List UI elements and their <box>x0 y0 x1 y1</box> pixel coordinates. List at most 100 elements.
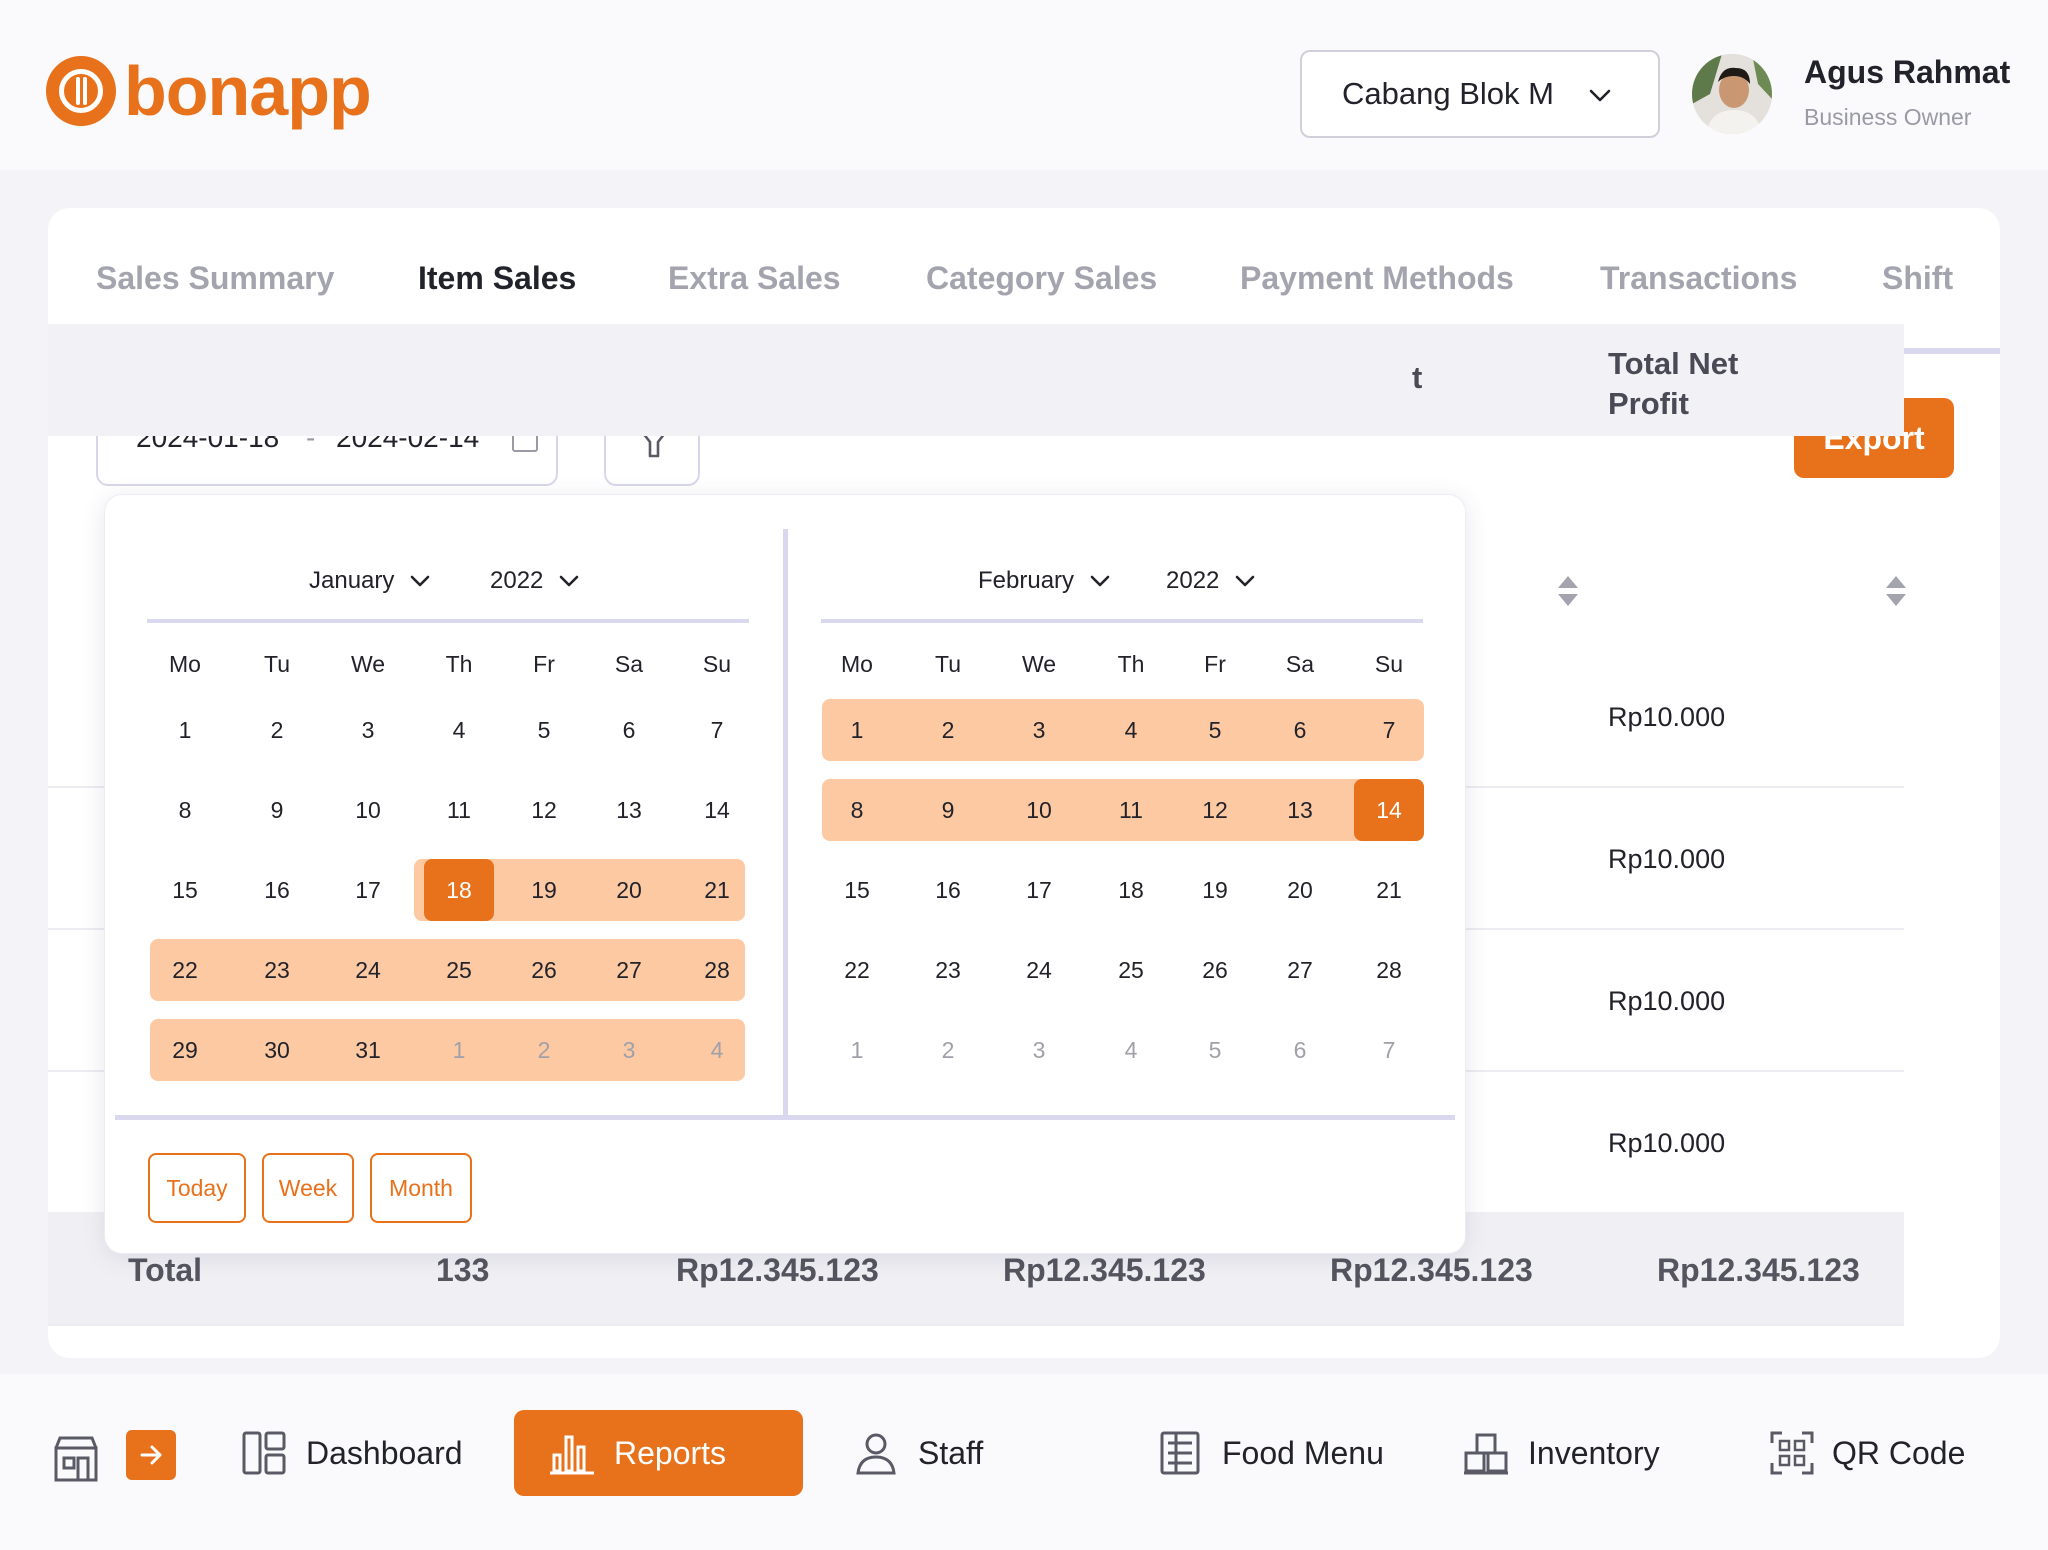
calendar-day[interactable]: 19 <box>1180 859 1250 921</box>
calendar-day[interactable]: 30 <box>242 1019 312 1081</box>
month-button[interactable]: Month <box>370 1153 472 1223</box>
calendar-day[interactable]: 23 <box>242 939 312 1001</box>
weekday-label: Sa <box>1285 651 1315 677</box>
store-icon[interactable] <box>52 1434 100 1482</box>
weekday-label: We <box>350 651 386 677</box>
calendar-day[interactable]: 21 <box>1354 859 1424 921</box>
calendar-day[interactable]: 14 <box>1354 779 1424 841</box>
calendar-day[interactable]: 20 <box>594 859 664 921</box>
left-month-select[interactable]: January <box>309 567 432 595</box>
calendar-day[interactable]: 2 <box>913 699 983 761</box>
calendar-day[interactable]: 26 <box>1180 939 1250 1001</box>
calendar-day[interactable]: 17 <box>1004 859 1074 921</box>
calendar-day[interactable]: 23 <box>913 939 983 1001</box>
boxes-icon <box>1464 1433 1508 1475</box>
calendar-day[interactable]: 31 <box>333 1019 403 1081</box>
calendar-day[interactable]: 25 <box>424 939 494 1001</box>
calendar-day[interactable]: 1 <box>822 1019 892 1081</box>
calendar-day[interactable]: 26 <box>509 939 579 1001</box>
calendar-day[interactable]: 11 <box>1096 779 1166 841</box>
calendar-day[interactable]: 2 <box>509 1019 579 1081</box>
calendar-day[interactable]: 28 <box>682 939 752 1001</box>
today-button[interactable]: Today <box>148 1153 246 1223</box>
calendar-day[interactable]: 13 <box>1265 779 1335 841</box>
nav-reports[interactable]: Reports <box>514 1410 803 1496</box>
calendar-day[interactable]: 16 <box>242 859 312 921</box>
calendar-day[interactable]: 10 <box>333 779 403 841</box>
calendar-day[interactable]: 15 <box>822 859 892 921</box>
calendar-day[interactable]: 21 <box>682 859 752 921</box>
right-year-select[interactable]: 2022 <box>1166 567 1257 595</box>
calendar-day[interactable]: 25 <box>1096 939 1166 1001</box>
calendar-day[interactable]: 8 <box>822 779 892 841</box>
calendar-day[interactable]: 2 <box>242 699 312 761</box>
calendar-day[interactable]: 7 <box>682 699 752 761</box>
nav-inventory[interactable]: Inventory <box>1462 1410 1660 1496</box>
right-month-select[interactable]: February <box>978 567 1112 595</box>
calendar-day[interactable]: 1 <box>150 699 220 761</box>
nav-staff[interactable]: Staff <box>852 1410 983 1496</box>
total-label: Total <box>128 1252 203 1288</box>
calendar-day[interactable]: 3 <box>594 1019 664 1081</box>
calendar-day[interactable]: 12 <box>1180 779 1250 841</box>
calendar-day[interactable]: 8 <box>150 779 220 841</box>
calendar-day[interactable]: 4 <box>424 699 494 761</box>
calendar-day[interactable]: 29 <box>150 1019 220 1081</box>
calendar-day[interactable]: 5 <box>1180 699 1250 761</box>
calendar-day[interactable]: 3 <box>1004 699 1074 761</box>
calendar-day[interactable]: 13 <box>594 779 664 841</box>
calendar-day[interactable]: 24 <box>333 939 403 1001</box>
calendar-day[interactable]: 6 <box>1265 699 1335 761</box>
calendar-day[interactable]: 7 <box>1354 1019 1424 1081</box>
calendar-day[interactable]: 17 <box>333 859 403 921</box>
calendar-day[interactable]: 10 <box>1004 779 1074 841</box>
calendar-day[interactable]: 20 <box>1265 859 1335 921</box>
nav-dashboard[interactable]: Dashboard <box>240 1410 463 1496</box>
nav-qr-code[interactable]: QR Code <box>1770 1410 1965 1496</box>
calendar-day[interactable]: 6 <box>594 699 664 761</box>
column-header-net-profit[interactable]: Total Net Profit <box>1608 344 1738 424</box>
calendar-day[interactable]: 2 <box>913 1019 983 1081</box>
chevron-down-icon <box>1236 575 1255 587</box>
weekday-label: Fr <box>533 651 555 677</box>
calendar-day[interactable]: 4 <box>682 1019 752 1081</box>
calendar-day[interactable]: 27 <box>594 939 664 1001</box>
calendar-day[interactable]: 12 <box>509 779 579 841</box>
calendar-day[interactable]: 3 <box>1004 1019 1074 1081</box>
calendar-day[interactable]: 18 <box>1096 859 1166 921</box>
calendar-day[interactable]: 27 <box>1265 939 1335 1001</box>
sort-icon[interactable] <box>1884 574 1908 608</box>
calendar-day[interactable]: 9 <box>242 779 312 841</box>
calendar-day[interactable]: 4 <box>1096 699 1166 761</box>
calendar-day[interactable]: 24 <box>1004 939 1074 1001</box>
column-header-net-profit-line1: Total Net <box>1608 346 1739 381</box>
calendar-day[interactable]: 5 <box>509 699 579 761</box>
calendar-day[interactable]: 3 <box>333 699 403 761</box>
calendar-day[interactable]: 11 <box>424 779 494 841</box>
weekday-label: Tu <box>935 651 961 677</box>
week-button[interactable]: Week <box>262 1153 354 1223</box>
branch-select[interactable]: Cabang Blok M <box>1300 50 1660 138</box>
left-year-select[interactable]: 2022 <box>490 567 581 595</box>
calendar-day[interactable]: 4 <box>1096 1019 1166 1081</box>
calendar-day[interactable]: 16 <box>913 859 983 921</box>
calendar-day[interactable]: 6 <box>1265 1019 1335 1081</box>
expand-sidebar-button[interactable] <box>126 1430 176 1480</box>
sort-icon[interactable] <box>1556 574 1580 608</box>
calendar-day[interactable]: 1 <box>424 1019 494 1081</box>
calendar-day[interactable]: 5 <box>1180 1019 1250 1081</box>
calendar-day[interactable]: 15 <box>150 859 220 921</box>
calendar-day[interactable]: 19 <box>509 859 579 921</box>
calendar-day[interactable]: 14 <box>682 779 752 841</box>
calendar-day[interactable]: 22 <box>150 939 220 1001</box>
calendar-day[interactable]: 18 <box>424 859 494 921</box>
avatar[interactable] <box>1692 54 1772 134</box>
nav-food-menu[interactable]: Food Menu <box>1156 1410 1384 1496</box>
right-year-label: 2022 <box>1166 567 1220 594</box>
quick-select-divider <box>115 1115 1455 1120</box>
calendar-day[interactable]: 1 <box>822 699 892 761</box>
calendar-day[interactable]: 28 <box>1354 939 1424 1001</box>
calendar-day[interactable]: 7 <box>1354 699 1424 761</box>
calendar-day[interactable]: 9 <box>913 779 983 841</box>
calendar-day[interactable]: 22 <box>822 939 892 1001</box>
